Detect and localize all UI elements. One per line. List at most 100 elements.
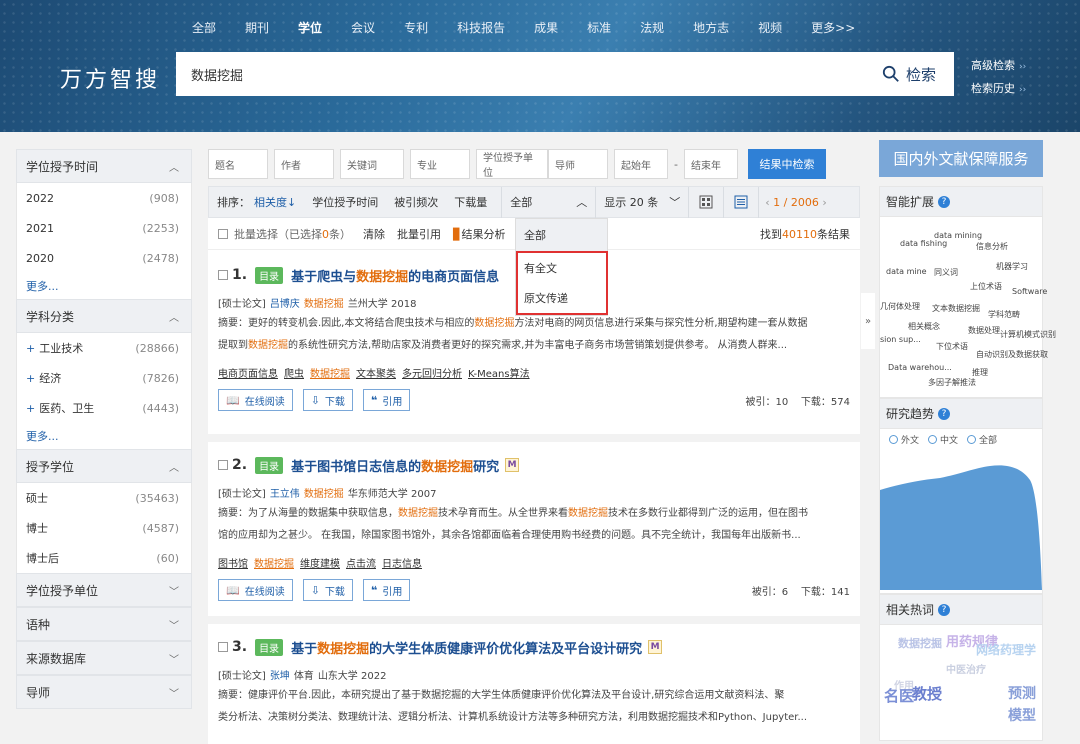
facet-language-header[interactable]: 语种 ﹀ (16, 607, 192, 641)
catalog-tag[interactable]: 目录 (255, 638, 284, 656)
graph-node[interactable]: 机器学习 (996, 261, 1028, 272)
hotword[interactable]: 中医治疗 (946, 661, 986, 676)
facet-item-doctor[interactable]: 博士 (4587) (17, 513, 191, 543)
graph-node[interactable]: data mine (886, 267, 927, 276)
result-checkbox[interactable] (218, 460, 228, 470)
legend-chinese[interactable]: 中文 (925, 433, 958, 446)
hotword[interactable]: 预测 (1008, 683, 1036, 703)
batch-cite-button[interactable]: 批量引用 (397, 226, 441, 242)
nav-local-chronicle[interactable]: 地方志 (693, 19, 729, 36)
graph-node[interactable]: 下位术语 (936, 341, 968, 352)
sort-by-cited[interactable]: 被引频次 (386, 194, 446, 210)
sort-by-degree-year[interactable]: 学位授予时间 (304, 194, 386, 210)
hotword[interactable]: 数据挖掘 (898, 635, 942, 651)
keyword-link[interactable]: 数据挖掘 (304, 485, 344, 500)
facet-subject-header[interactable]: 学科分类 ︿ (16, 299, 192, 333)
graph-node[interactable]: 多因子解推法 (928, 377, 976, 388)
hotword[interactable]: 模型 (1008, 705, 1036, 725)
catalog-tag[interactable]: 目录 (255, 266, 284, 284)
graph-node[interactable]: 数据处理 (968, 325, 1000, 336)
author-link[interactable]: 吕博庆 (270, 295, 300, 310)
keyword-tag[interactable]: K-Means算法 (468, 365, 530, 380)
graph-node[interactable]: sion sup... (880, 335, 921, 344)
result-title[interactable]: 基于数据挖掘的大学生体质健康评价优化算法及平台设计研究 (291, 638, 642, 657)
graph-node[interactable]: 相关概念 (908, 321, 940, 332)
nav-conference[interactable]: 会议 (351, 19, 375, 36)
facet-degree-year-header[interactable]: 学位授予时间 ︿ (16, 149, 192, 183)
facet-advisor-header[interactable]: 导师 ﹀ (16, 675, 192, 709)
trend-area-chart[interactable] (880, 450, 1042, 590)
facet-item-postdoc[interactable]: 博士后 (60) (17, 543, 191, 573)
keyword-tag[interactable]: 多元回归分析 (402, 365, 462, 380)
keyword-tag[interactable]: 图书馆 (218, 555, 248, 570)
hotword[interactable]: 名医 (884, 685, 914, 706)
major-field[interactable]: 专业 (410, 149, 470, 179)
catalog-tag[interactable]: 目录 (255, 456, 284, 474)
start-year-field[interactable]: 起始年 (614, 149, 668, 179)
keyword-tag[interactable]: 日志信息 (382, 555, 422, 570)
nav-law[interactable]: 法规 (640, 19, 664, 36)
collapse-sidebar-toggle[interactable]: » (861, 293, 875, 349)
search-within-results-button[interactable]: 结果中检索 (747, 149, 826, 179)
facet-item-2022[interactable]: 2022 (908) (17, 183, 191, 213)
search-history-link[interactable]: 检索历史 ›› (971, 78, 1026, 101)
keyword-link[interactable]: 数据挖掘 (304, 295, 344, 310)
keyword-tag[interactable]: 维度建模 (300, 555, 340, 570)
facet-item-master[interactable]: 硕士 (35463) (17, 483, 191, 513)
read-online-button[interactable]: 📖 在线阅读 (218, 389, 293, 411)
nav-journal[interactable]: 期刊 (245, 19, 269, 36)
facet-item-industrial-tech[interactable]: + 工业技术 (28866) (17, 333, 191, 363)
search-button[interactable]: 检索 (882, 64, 954, 85)
concept-graph[interactable]: data mining data fishing 信息分析 data mine … (880, 217, 1056, 397)
graph-node[interactable]: data fishing (900, 239, 947, 248)
end-year-field[interactable]: 结束年 (683, 149, 738, 179)
keyword-tag[interactable]: 文本聚类 (356, 365, 396, 380)
graph-node[interactable]: Data warehou... (888, 363, 952, 372)
title-field[interactable]: 题名 (208, 149, 268, 179)
graph-node[interactable]: 自动识别及数据获取 (976, 349, 1048, 360)
result-checkbox[interactable] (218, 642, 228, 652)
result-checkbox[interactable] (218, 270, 228, 280)
facet-institution-header[interactable]: 学位授予单位 ﹀ (16, 573, 192, 607)
help-icon[interactable]: ? (938, 195, 951, 208)
logo[interactable]: 万方智搜 (60, 62, 160, 94)
graph-node[interactable]: 同义词 (934, 267, 958, 278)
nav-achievement[interactable]: 成果 (534, 19, 558, 36)
clear-button[interactable]: 清除 (363, 226, 385, 242)
author-link[interactable]: 王立伟 (270, 485, 300, 500)
result-title[interactable]: 基于图书馆日志信息的数据挖掘研究 (291, 456, 499, 475)
author-field[interactable]: 作者 (274, 149, 334, 179)
download-button[interactable]: ⇩ 下载 (302, 579, 353, 601)
page-size-select[interactable]: 显示 20 条 ﹀ (596, 194, 688, 210)
plus-icon[interactable]: + (26, 372, 35, 385)
help-icon[interactable]: ? (938, 407, 951, 420)
keyword-tag[interactable]: 数据挖掘 (254, 555, 294, 570)
facet-item-2021[interactable]: 2021 (2253) (17, 213, 191, 243)
scope-select[interactable]: 全部 ︿ (502, 194, 595, 210)
facet-item-medicine[interactable]: + 医药、卫生 (4443) (17, 393, 191, 423)
scope-option-delivery[interactable]: 原文传递 (518, 283, 606, 313)
advisor-field[interactable]: 导师 (548, 149, 608, 179)
institution-field[interactable]: 学位授予单位 (476, 149, 548, 179)
cite-button[interactable]: ❝ 引用 (362, 579, 411, 601)
hotword[interactable]: 教授 (912, 683, 942, 704)
hotword[interactable]: 网络药理学 (976, 641, 1036, 658)
cite-button[interactable]: ❝ 引用 (362, 389, 411, 411)
author-link[interactable]: 张坤 (270, 667, 290, 682)
nav-degree[interactable]: 学位 (298, 19, 322, 36)
result-title[interactable]: 基于爬虫与数据挖掘的电商页面信息 (291, 266, 499, 285)
graph-node[interactable]: 信息分析 (976, 241, 1008, 252)
facet-more-link[interactable]: 更多... (17, 423, 191, 449)
facet-item-economy[interactable]: + 经济 (7826) (17, 363, 191, 393)
plus-icon[interactable]: + (26, 342, 35, 355)
graph-node[interactable]: 计算机模式识别 (1000, 329, 1056, 340)
legend-all[interactable]: 全部 (964, 433, 997, 446)
advanced-search-link[interactable]: 高级检索 ›› (971, 55, 1026, 78)
keyword-tag[interactable]: 爬虫 (284, 365, 304, 380)
scope-option-all[interactable]: 全部 (516, 219, 607, 251)
keyword-tag[interactable]: 电商页面信息 (218, 365, 278, 380)
graph-node[interactable]: Software (1012, 287, 1047, 296)
literature-service-button[interactable]: 国内外文献保障服务 (879, 140, 1043, 177)
graph-node[interactable]: 几何体处理 (880, 301, 920, 312)
facet-degree-header[interactable]: 授予学位 ︿ (16, 449, 192, 483)
